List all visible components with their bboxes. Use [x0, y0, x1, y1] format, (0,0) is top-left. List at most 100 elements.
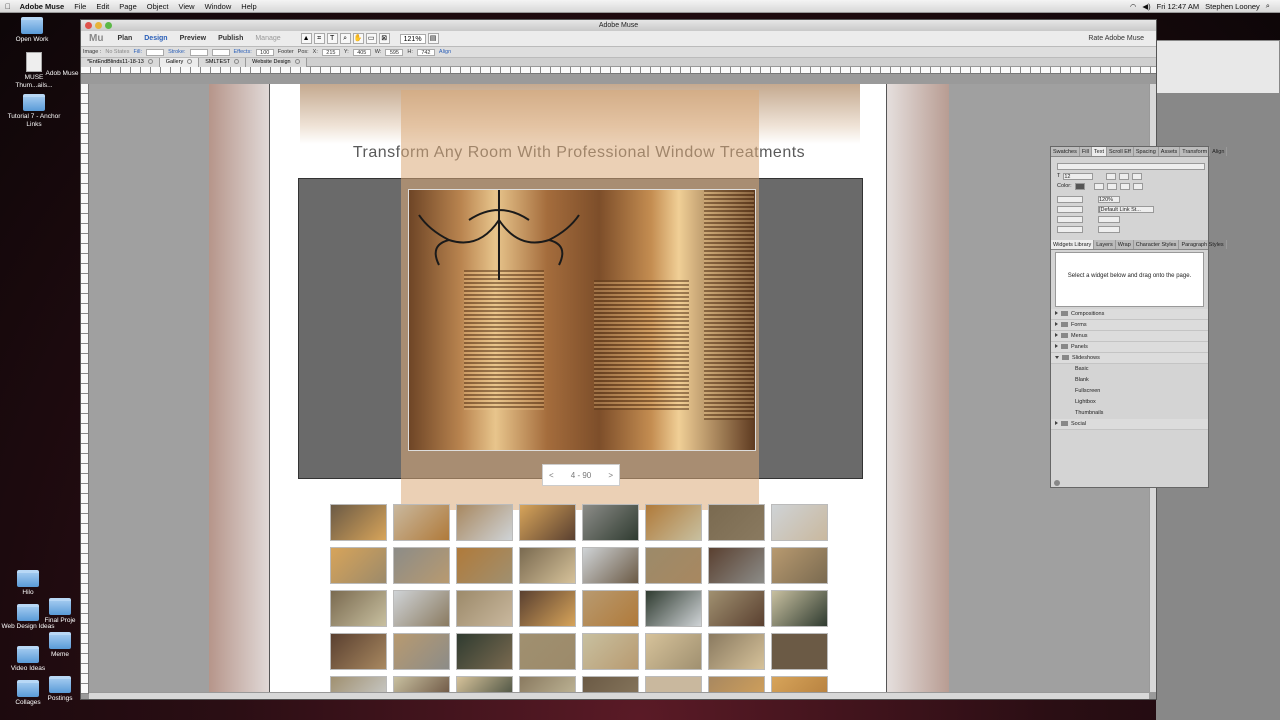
- tab-text[interactable]: Text: [1091, 147, 1107, 156]
- wifi-icon[interactable]: ◠: [1130, 2, 1137, 11]
- widget-group-compositions[interactable]: Compositions: [1051, 309, 1208, 320]
- link-style-select[interactable]: [Default Link St...: [1098, 205, 1154, 213]
- clock[interactable]: Fri 12:47 AM: [1157, 2, 1200, 11]
- mode-design[interactable]: Design: [138, 35, 173, 42]
- thumbnail-image[interactable]: [456, 504, 513, 541]
- mode-plan[interactable]: Plan: [111, 35, 138, 42]
- doc-tab-entendblinds[interactable]: *EntEndBlinds11-18-13: [81, 57, 160, 67]
- tab-swatches[interactable]: Swatches: [1051, 147, 1080, 156]
- tab-align[interactable]: Align: [1210, 147, 1228, 156]
- menu-edit[interactable]: Edit: [91, 2, 114, 11]
- right-indent-field[interactable]: [1098, 215, 1120, 223]
- widget-group-panels[interactable]: Panels: [1051, 342, 1208, 353]
- indent-field[interactable]: [1057, 205, 1083, 213]
- text-color-swatch[interactable]: [1074, 182, 1085, 190]
- thumbnail-image[interactable]: [582, 590, 639, 627]
- thumbnail-image[interactable]: [519, 633, 576, 670]
- menu-view[interactable]: View: [173, 2, 199, 11]
- page-area[interactable]: Transform Any Room With Professional Win…: [269, 84, 887, 692]
- user-name[interactable]: Stephen Looney: [1205, 2, 1260, 11]
- thumbnail-image[interactable]: [582, 547, 639, 584]
- thumbnail-image[interactable]: [330, 633, 387, 670]
- thumbnail-image[interactable]: [645, 547, 702, 584]
- thumbnail-image[interactable]: [582, 676, 639, 692]
- desktop-folder-tutorial[interactable]: Tutorial 7 - Anchor Links: [6, 94, 62, 129]
- widget-group-social[interactable]: Social: [1051, 419, 1208, 430]
- menu-help[interactable]: Help: [236, 2, 261, 11]
- menu-object[interactable]: Object: [142, 2, 174, 11]
- doc-tab-website-design[interactable]: Website Design: [246, 57, 307, 67]
- tab-fill[interactable]: Fill: [1080, 147, 1092, 156]
- zoom-button[interactable]: [105, 22, 112, 29]
- thumbnail-image[interactable]: [519, 504, 576, 541]
- align-left-button[interactable]: [1093, 182, 1104, 190]
- tab-widgets-library[interactable]: Widgets Library: [1051, 240, 1095, 249]
- doc-tab-gallery[interactable]: Gallery: [159, 57, 200, 67]
- states-select[interactable]: No States: [105, 49, 129, 55]
- apple-icon[interactable]: : [0, 2, 16, 11]
- close-tab-icon[interactable]: [294, 58, 300, 64]
- desktop-folder-postings[interactable]: Postings: [40, 676, 80, 703]
- thumbnail-image[interactable]: [771, 504, 828, 541]
- view-options-icon[interactable]: ▤: [427, 33, 439, 44]
- font-size-field[interactable]: 12: [1063, 172, 1094, 180]
- previous-button[interactable]: <: [543, 471, 560, 480]
- zoom-select[interactable]: 121%: [399, 33, 426, 44]
- close-tab-icon[interactable]: [234, 58, 240, 64]
- tab-spacing[interactable]: Spacing: [1134, 147, 1159, 156]
- tab-character-styles[interactable]: Character Styles: [1134, 240, 1180, 249]
- widget-slideshow-fullscreen[interactable]: Fullscreen: [1051, 386, 1208, 397]
- thumbnail-image[interactable]: [708, 547, 765, 584]
- text-tool-icon[interactable]: T: [326, 33, 338, 44]
- crop-tool-icon[interactable]: ⌗: [313, 33, 325, 44]
- thumbnail-image[interactable]: [330, 590, 387, 627]
- tracking-field[interactable]: [1057, 195, 1083, 203]
- mode-preview[interactable]: Preview: [174, 35, 212, 42]
- effects-label[interactable]: Effects:: [234, 49, 252, 55]
- italic-button[interactable]: [1119, 172, 1130, 180]
- widget-slideshow-blank[interactable]: Blank: [1051, 375, 1208, 386]
- thumbnail-image[interactable]: [582, 504, 639, 541]
- thumbnail-image[interactable]: [771, 676, 828, 692]
- menu-file[interactable]: File: [69, 2, 91, 11]
- desktop-folder-final-project[interactable]: Final Proje: [40, 598, 80, 625]
- thumbnail-image[interactable]: [393, 504, 450, 541]
- left-indent-field[interactable]: [1057, 215, 1083, 223]
- tab-layers[interactable]: Layers: [1094, 240, 1116, 249]
- widget-group-forms[interactable]: Forms: [1051, 320, 1208, 331]
- mode-manage[interactable]: Manage: [249, 35, 286, 42]
- rectangle-tool-icon[interactable]: ▭: [365, 33, 377, 44]
- width-field[interactable]: 595: [385, 48, 404, 56]
- fill-label[interactable]: Fill:: [134, 49, 143, 55]
- space-after-field[interactable]: [1098, 225, 1120, 233]
- slideshow-hero-image[interactable]: [408, 189, 756, 451]
- zoom-tool-icon[interactable]: ⌕: [339, 33, 351, 44]
- thumbnail-image[interactable]: [645, 676, 702, 692]
- thumbnail-image[interactable]: [393, 633, 450, 670]
- thumbnail-image[interactable]: [330, 547, 387, 584]
- desktop-file-adobe-muse[interactable]: Adob Muse: [42, 70, 82, 78]
- tab-transform[interactable]: Transform: [1180, 147, 1211, 156]
- volume-icon[interactable]: ◀): [1142, 2, 1150, 11]
- underline-button[interactable]: [1132, 172, 1143, 180]
- horizontal-ruler[interactable]: [81, 67, 1156, 74]
- thumbnail-image[interactable]: [645, 590, 702, 627]
- thumbnail-image[interactable]: [519, 676, 576, 692]
- thumbnail-image[interactable]: [771, 633, 828, 670]
- justify-button[interactable]: [1132, 182, 1143, 190]
- widget-group-slideshows[interactable]: Slideshows: [1051, 353, 1208, 364]
- menu-page[interactable]: Page: [114, 2, 142, 11]
- menu-app[interactable]: Adobe Muse: [16, 2, 70, 11]
- thumbnail-image[interactable]: [519, 590, 576, 627]
- design-canvas[interactable]: Transform Any Room With Professional Win…: [89, 84, 1149, 692]
- desktop-folder-open-work[interactable]: Open Work: [4, 17, 60, 44]
- font-family-select[interactable]: [1057, 162, 1205, 170]
- horizontal-scrollbar[interactable]: [89, 692, 1149, 699]
- selection-tool-icon[interactable]: ▲: [300, 33, 312, 44]
- opacity-field[interactable]: 100: [255, 48, 274, 56]
- rate-adobe-muse-link[interactable]: Rate Adobe Muse: [1088, 35, 1156, 42]
- tab-paragraph-styles[interactable]: Paragraph Styles: [1179, 240, 1227, 249]
- thumbnail-image[interactable]: [519, 547, 576, 584]
- search-icon[interactable]: ⌕: [1266, 1, 1270, 11]
- y-field[interactable]: 405: [352, 48, 371, 56]
